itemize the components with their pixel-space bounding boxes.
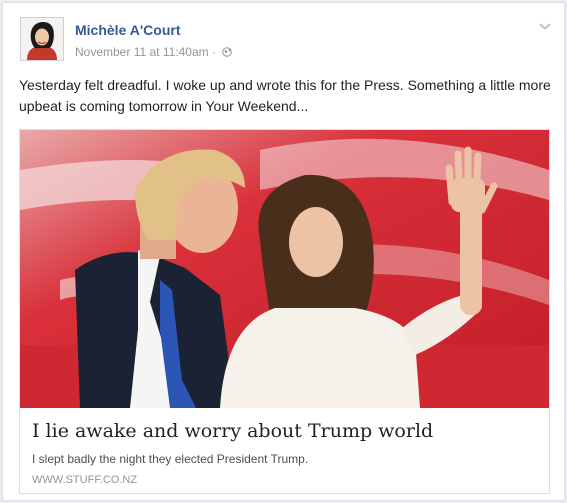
- avatar-image: [21, 18, 63, 60]
- author-name[interactable]: Michèle A'Court: [75, 22, 181, 38]
- article-headline[interactable]: I lie awake and worry about Trump world: [32, 420, 433, 442]
- link-text-area[interactable]: I lie awake and worry about Trump world …: [20, 408, 549, 493]
- link-preview[interactable]: I lie awake and worry about Trump world …: [19, 129, 550, 494]
- globe-icon[interactable]: [222, 47, 233, 57]
- chevron-down-icon[interactable]: [538, 21, 552, 31]
- article-domain: WWW.STUFF.CO.NZ: [32, 474, 138, 486]
- meta-separator: ·: [208, 45, 220, 59]
- post-card: Michèle A'Court November 11 at 11:40am ·…: [2, 2, 565, 501]
- author-avatar[interactable]: [20, 17, 64, 61]
- article-image[interactable]: [20, 130, 549, 408]
- post-text: Yesterday felt dreadful. I woke up and w…: [19, 77, 551, 114]
- article-description: I slept badly the night they elected Pre…: [32, 452, 309, 466]
- post-timestamp[interactable]: November 11 at 11:40am: [75, 45, 209, 59]
- post-meta: November 11 at 11:40am ·: [75, 45, 233, 59]
